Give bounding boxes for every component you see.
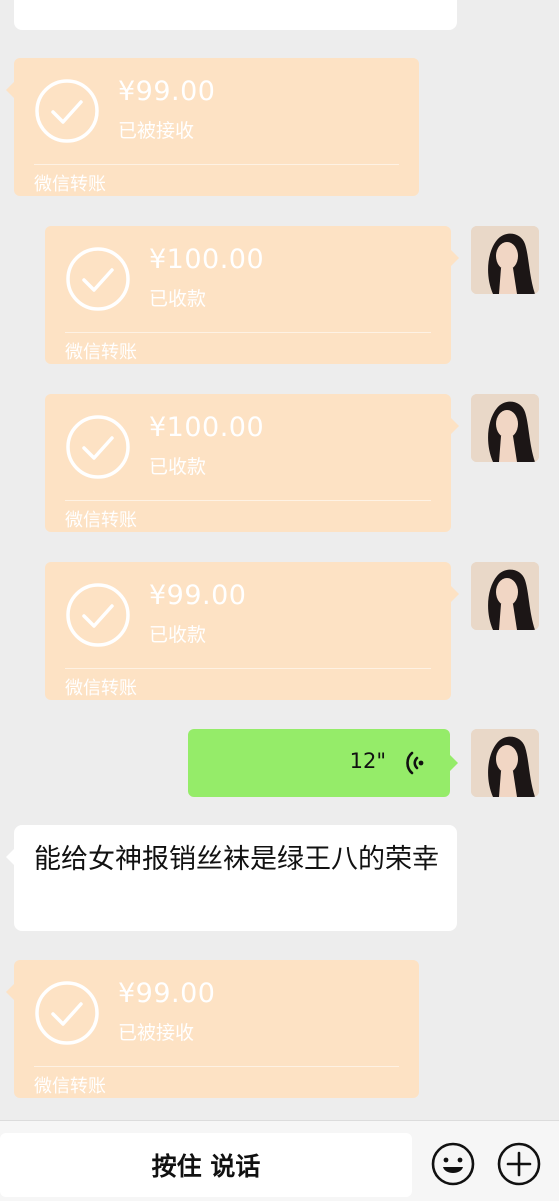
transfer-message[interactable]: ¥100.00 已收款 微信转账 bbox=[45, 394, 459, 532]
transfer-footer: 微信转账 bbox=[34, 174, 106, 195]
divider bbox=[65, 332, 431, 333]
transfer-message[interactable]: ¥100.00 已收款 微信转账 bbox=[45, 226, 459, 364]
avatar-portrait-icon bbox=[471, 562, 539, 630]
transfer-footer: 微信转账 bbox=[65, 678, 137, 699]
voice-message[interactable]: 12" bbox=[188, 729, 458, 797]
checkmark-circle-icon bbox=[35, 981, 99, 1045]
checkmark-circle-icon bbox=[66, 583, 130, 647]
transfer-status: 已被接收 bbox=[118, 1022, 195, 1044]
previous-message-bubble[interactable] bbox=[14, 0, 457, 30]
avatar-portrait-icon bbox=[471, 729, 539, 797]
transfer-status: 已被接收 bbox=[118, 120, 195, 142]
divider bbox=[65, 668, 431, 669]
transfer-amount: ¥100.00 bbox=[149, 244, 265, 275]
emoji-icon[interactable] bbox=[430, 1141, 476, 1187]
avatar-portrait-icon bbox=[471, 394, 539, 462]
avatar[interactable] bbox=[471, 729, 539, 797]
transfer-amount: ¥99.00 bbox=[149, 580, 247, 611]
divider bbox=[65, 500, 431, 501]
transfer-footer: 微信转账 bbox=[65, 510, 137, 531]
transfer-message[interactable]: ¥99.00 已被接收 微信转账 bbox=[6, 960, 419, 1098]
avatar[interactable] bbox=[471, 226, 539, 294]
checkmark-circle-icon bbox=[35, 79, 99, 143]
input-bar: 按住 说话 bbox=[0, 1120, 559, 1201]
transfer-footer: 微信转账 bbox=[34, 1076, 106, 1097]
hold-to-talk-button[interactable]: 按住 说话 bbox=[0, 1133, 412, 1197]
transfer-amount: ¥100.00 bbox=[149, 412, 265, 443]
transfer-status: 已收款 bbox=[149, 456, 207, 478]
voice-wave-icon bbox=[406, 751, 424, 775]
plus-icon[interactable] bbox=[496, 1141, 542, 1187]
checkmark-circle-icon bbox=[66, 247, 130, 311]
transfer-message[interactable]: ¥99.00 已收款 微信转账 bbox=[45, 562, 459, 700]
message-text: 能给女神报销丝袜是绿王八的荣幸 bbox=[34, 844, 439, 875]
divider bbox=[34, 1066, 399, 1067]
transfer-amount: ¥99.00 bbox=[118, 76, 216, 107]
text-message[interactable]: 能给女神报销丝袜是绿王八的荣幸 bbox=[6, 825, 457, 931]
transfer-amount: ¥99.00 bbox=[118, 978, 216, 1009]
transfer-message[interactable]: ¥99.00 已被接收 微信转账 bbox=[6, 58, 419, 196]
avatar-portrait-icon bbox=[471, 226, 539, 294]
divider bbox=[34, 164, 399, 165]
avatar[interactable] bbox=[471, 562, 539, 630]
transfer-status: 已收款 bbox=[149, 624, 207, 646]
transfer-status: 已收款 bbox=[149, 288, 207, 310]
voice-duration: 12" bbox=[349, 749, 386, 773]
avatar[interactable] bbox=[471, 394, 539, 462]
checkmark-circle-icon bbox=[66, 415, 130, 479]
transfer-footer: 微信转账 bbox=[65, 342, 137, 363]
